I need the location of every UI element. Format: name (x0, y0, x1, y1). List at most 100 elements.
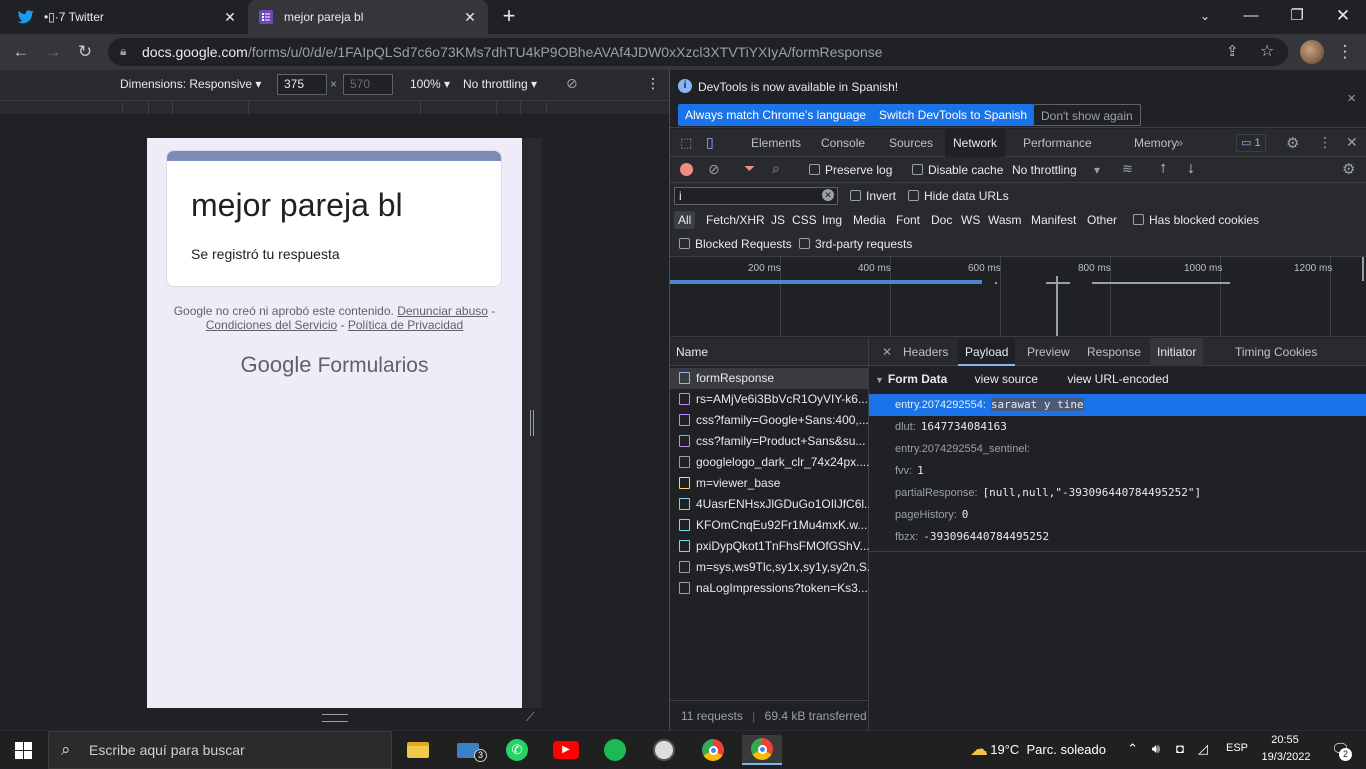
form-data-row[interactable]: partialResponse: [null,null,"-39309644078… (869, 482, 1366, 504)
youtube-icon[interactable]: ▶ (546, 735, 586, 765)
request-row[interactable]: KFOmCnqEu92Fr1Mu4mxK.w... (670, 515, 869, 536)
network-conditions-icon[interactable]: ≋ (1122, 161, 1133, 177)
request-row[interactable]: googlelogo_dark_clr_74x24px.... (670, 452, 869, 473)
preserve-log-checkbox[interactable]: Preserve log (809, 163, 892, 177)
request-row[interactable]: css?family=Google+Sans:400,... (670, 410, 869, 431)
tab-console[interactable]: Console (813, 129, 873, 157)
weather-icon[interactable]: ☁ (970, 739, 988, 760)
viewport-resize-gutter[interactable] (522, 138, 542, 708)
view-source-link[interactable]: view source (975, 372, 1038, 386)
tab-elements[interactable]: Elements (743, 129, 809, 157)
settings-gear-icon[interactable]: ⚙ (1286, 134, 1299, 152)
google-forms-logo[interactable]: Google Formularios (147, 352, 522, 378)
inspect-element-icon[interactable]: ⬚ (680, 135, 692, 151)
tab-performance[interactable]: Performance (1015, 129, 1100, 157)
forward-arrow-icon[interactable]: → (42, 41, 64, 63)
clock-time[interactable]: 20:55 (1260, 734, 1310, 746)
filter-manifest[interactable]: Manifest (1031, 213, 1076, 227)
tab-payload[interactable]: Payload (958, 338, 1016, 366)
more-tabs-icon[interactable]: » (1176, 135, 1183, 150)
filter-other[interactable]: Other (1087, 213, 1117, 227)
throttling-dropdown[interactable]: No throttling ▾ (463, 77, 537, 91)
search-icon[interactable]: ⌕ (772, 160, 780, 177)
filter-wasm[interactable]: Wasm (988, 213, 1022, 227)
filter-js[interactable]: JS (771, 213, 785, 227)
language-indicator[interactable]: ESP (1226, 742, 1248, 754)
request-row[interactable]: formResponse (670, 368, 869, 389)
issues-badge[interactable]: ▭ 1 (1236, 134, 1266, 152)
third-party-checkbox[interactable]: 3rd-party requests (799, 237, 912, 251)
resize-corner-icon[interactable]: ⟋ (526, 710, 534, 725)
clock-app-icon[interactable] (644, 735, 684, 765)
network-settings-icon[interactable]: ⚙ (1342, 160, 1355, 178)
close-tab-icon[interactable]: ✕ (222, 9, 238, 25)
has-blocked-cookies-checkbox[interactable]: Has blocked cookies (1133, 213, 1259, 227)
filter-img[interactable]: Img (822, 213, 842, 227)
form-data-row[interactable]: dlut: 1647734084163 (869, 416, 1366, 438)
dont-show-again-button[interactable]: Don't show again (1033, 104, 1141, 126)
filter-media[interactable]: Media (853, 213, 886, 227)
avatar[interactable] (1300, 40, 1324, 64)
name-column-header[interactable]: Name (670, 338, 868, 366)
filter-funnel-icon[interactable]: ⏷ (744, 160, 755, 177)
spotify-icon[interactable] (595, 735, 635, 765)
close-window-button[interactable]: ✕ (1320, 0, 1366, 32)
resize-handle-horizontal[interactable] (322, 714, 348, 722)
form-data-row[interactable]: entry.2074292554_sentinel: (869, 438, 1366, 460)
tab-preview[interactable]: Preview (1020, 338, 1077, 366)
tab-search-icon[interactable]: ⌄ (1182, 0, 1228, 32)
menu-kebab-icon[interactable]: ⋮ (1334, 41, 1356, 63)
export-har-icon[interactable]: ⭣ (1188, 161, 1194, 177)
weather-text[interactable]: 19°C Parc. soleado (990, 742, 1106, 757)
tab-sources[interactable]: Sources (881, 129, 941, 157)
tab-initiator[interactable]: Initiator (1150, 338, 1204, 366)
address-bar[interactable]: 🔒︎ docs.google.com/forms/u/0/d/e/1FAIpQL… (108, 38, 1288, 66)
start-button[interactable] (0, 731, 48, 769)
restore-button[interactable]: ❐ (1274, 0, 1320, 32)
request-row[interactable]: 4UasrENHsxJlGDuGo1OIlJfC6l... (670, 494, 869, 515)
zoom-dropdown[interactable]: 100% ▾ (410, 77, 450, 91)
record-icon[interactable] (680, 163, 693, 176)
bookmark-star-icon[interactable]: ☆ (1260, 41, 1274, 61)
request-row[interactable]: m=viewer_base (670, 473, 869, 494)
hide-data-urls-checkbox[interactable]: Hide data URLs (908, 189, 1009, 203)
tab-headers[interactable]: Headers (896, 338, 955, 366)
request-row[interactable]: m=sys,ws9Tlc,sy1x,sy1y,sy2n,S... (670, 557, 869, 578)
volume-icon[interactable]: 🔊︎ (1152, 741, 1160, 757)
filter-input[interactable]: i ✕ (674, 187, 838, 205)
file-explorer-icon[interactable] (398, 735, 438, 765)
filter-fetch-xhr[interactable]: Fetch/XHR (706, 213, 765, 227)
filter-all[interactable]: All (674, 211, 696, 229)
view-url-encoded-link[interactable]: view URL-encoded (1067, 372, 1168, 386)
form-data-row[interactable]: pageHistory: 0 (869, 504, 1366, 526)
devtools-menu-icon[interactable]: ⋮ (1318, 134, 1332, 151)
filter-ws[interactable]: WS (961, 213, 980, 227)
chrome-icon[interactable] (693, 735, 733, 765)
request-row[interactable]: pxiDypQkot1TnFhsFMOfGShV... (670, 536, 869, 557)
import-har-icon[interactable]: ⭡ (1160, 161, 1166, 177)
tab-cookies[interactable]: Cookies (1267, 338, 1324, 366)
device-toggle-icon[interactable]: ▯ (706, 134, 714, 151)
clock-date[interactable]: 19/3/2022 (1256, 751, 1316, 763)
filter-doc[interactable]: Doc (931, 213, 952, 227)
dimensions-dropdown[interactable]: Dimensions: Responsive ▾ (120, 77, 261, 91)
media-query-bar[interactable] (0, 100, 669, 114)
privacy-link[interactable]: Política de Privacidad (348, 318, 463, 332)
form-data-row[interactable]: fbzx: -393096440784495252 (869, 526, 1366, 548)
close-devtools-icon[interactable]: ✕ (1346, 134, 1358, 151)
clear-icon[interactable]: ⊘ (708, 161, 720, 178)
new-tab-button[interactable]: + (498, 5, 520, 27)
tab-twitter[interactable]: •⁠▯⁠·⁠7 Twitter ✕ (8, 0, 248, 34)
taskbar-search[interactable]: ⌕ Escribe aquí para buscar (48, 731, 392, 769)
terms-link[interactable]: Condiciones del Servicio (206, 318, 337, 332)
resize-handle-vertical[interactable] (530, 410, 534, 436)
mail-icon[interactable]: 3 (448, 735, 488, 765)
tab-google-forms[interactable]: mejor pareja bl ✕ (248, 0, 488, 34)
rotate-icon[interactable]: ⊘ (566, 75, 578, 92)
form-data-row[interactable]: entry.2074292554: sarawat y tine (869, 394, 1366, 416)
more-options-icon[interactable]: ⋮ (646, 75, 660, 92)
report-abuse-link[interactable]: Denunciar abuso (397, 304, 488, 318)
tab-response[interactable]: Response (1080, 338, 1148, 366)
match-language-button[interactable]: Always match Chrome's language (678, 104, 874, 126)
filter-css[interactable]: CSS (792, 213, 817, 227)
